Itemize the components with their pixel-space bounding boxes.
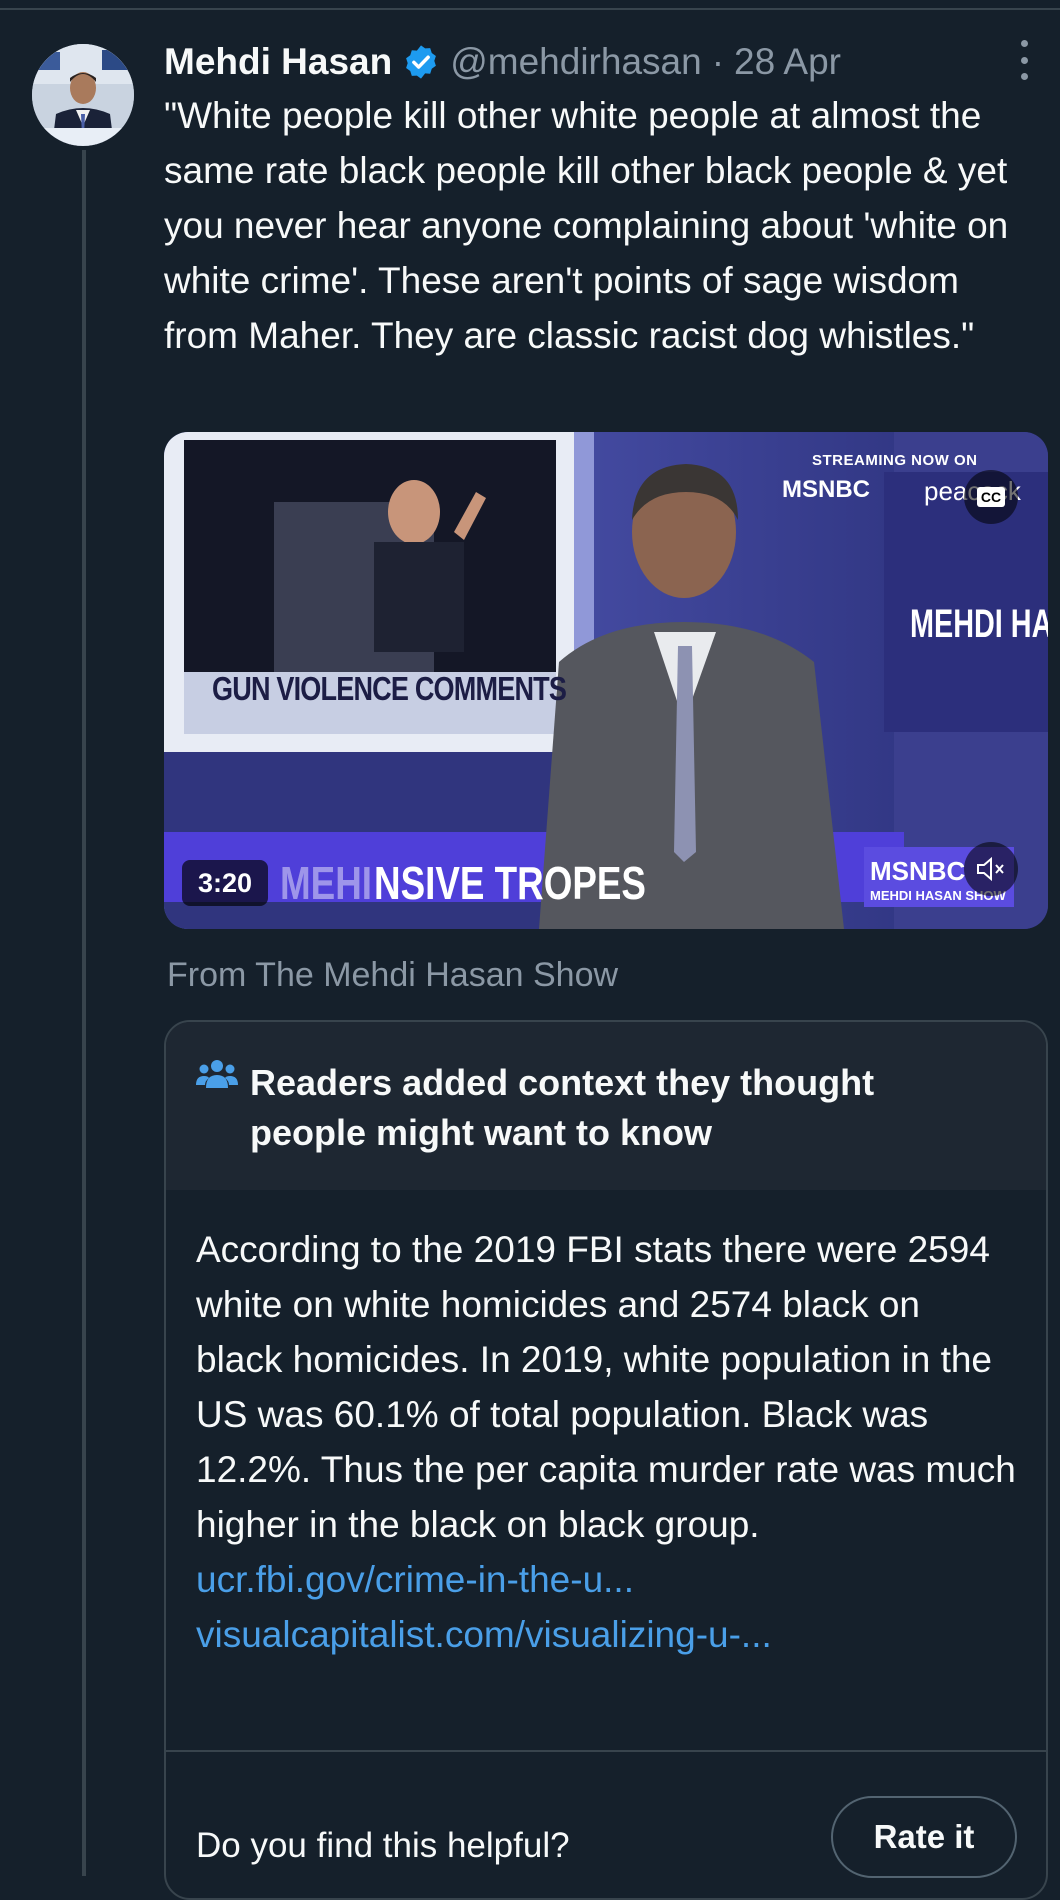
community-note-text: According to the 2019 FBI stats there we…: [196, 1229, 1016, 1545]
thread-line: [82, 150, 86, 1876]
note-divider: [166, 1750, 1046, 1752]
msnbc-logo-top: MSNBC: [782, 476, 870, 503]
tweet-date[interactable]: 28 Apr: [734, 41, 841, 83]
side-graphic-title: MEHDI HA SI: [910, 602, 1048, 646]
verified-badge-icon: [402, 43, 440, 81]
community-note-header: Readers added context they thought peopl…: [166, 1022, 1046, 1190]
lower-third-title: GUN VIOLENCE COMMENTS: [212, 670, 567, 707]
mute-icon[interactable]: [964, 842, 1018, 896]
note-link-visualcapitalist[interactable]: visualcapitalist.com/visualizing-u-...: [196, 1614, 772, 1655]
video-source: From The Mehdi Hasan Show: [167, 956, 618, 995]
msnbc-logo-bottom: MSNBC: [870, 856, 966, 886]
streaming-label: STREAMING NOW ON: [812, 452, 978, 469]
community-note: Readers added context they thought peopl…: [164, 1020, 1048, 1900]
chyron-text: NSIVE TROPES: [374, 857, 646, 909]
video-player[interactable]: STREAMING NOW ON MSNBC peacock GUN VIOLE…: [164, 432, 1048, 929]
people-icon: [196, 1060, 238, 1088]
top-divider: [0, 8, 1060, 10]
community-note-title: Readers added context they thought peopl…: [250, 1062, 875, 1153]
note-link-fbi[interactable]: ucr.fbi.gov/crime-in-the-u...: [196, 1559, 634, 1600]
source-name[interactable]: The Mehdi Hasan Show: [255, 956, 618, 994]
video-duration: 3:20: [182, 860, 269, 906]
cc-icon[interactable]: CC: [964, 470, 1018, 524]
rate-it-button[interactable]: Rate it: [831, 1796, 1017, 1878]
more-icon[interactable]: [1014, 40, 1034, 80]
author-name[interactable]: Mehdi Hasan: [164, 41, 392, 83]
community-note-body: According to the 2019 FBI stats there we…: [196, 1222, 1016, 1662]
helpful-question: Do you find this helpful?: [196, 1826, 570, 1865]
separator: ·: [711, 41, 725, 82]
tweet-header: Mehdi Hasan @mehdirhasan · 28 Apr: [164, 34, 1004, 90]
author-handle[interactable]: @mehdirhasan: [450, 41, 701, 83]
source-prefix: From: [167, 956, 247, 994]
tweet-text: "White people kill other white people at…: [164, 95, 1009, 356]
avatar[interactable]: [32, 44, 134, 146]
chyron-ghost-text: MEHI: [280, 857, 372, 909]
